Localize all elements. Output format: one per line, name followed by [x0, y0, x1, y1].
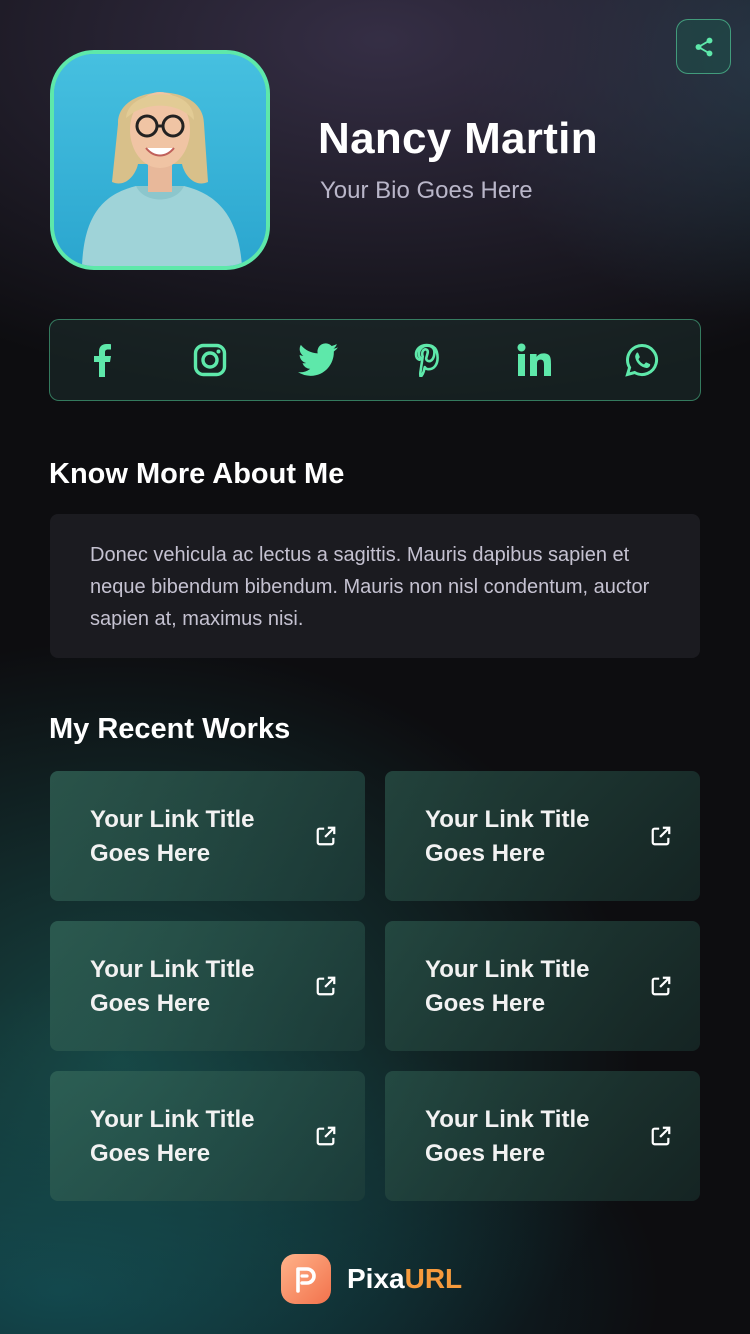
work-link-card[interactable]: Your Link Title Goes Here	[50, 771, 365, 901]
external-link-icon	[651, 1126, 671, 1146]
work-link-title: Your Link Title Goes Here	[425, 806, 590, 867]
works-heading: My Recent Works	[49, 713, 291, 745]
works-grid: Your Link Title Goes Here Your Link Titl…	[50, 771, 700, 1201]
work-link-title: Your Link Title Goes Here	[90, 956, 255, 1017]
external-link-icon	[316, 1126, 336, 1146]
facebook-icon[interactable]	[82, 340, 122, 380]
brand-accent: URL	[404, 1263, 463, 1294]
about-heading: Know More About Me	[49, 458, 345, 490]
twitter-icon[interactable]	[298, 340, 338, 380]
share-icon	[695, 37, 712, 56]
profile-bio: Your Bio Goes Here	[320, 177, 533, 204]
instagram-icon[interactable]	[190, 340, 230, 380]
external-link-icon	[651, 976, 671, 996]
work-link-card[interactable]: Your Link Title Goes Here	[385, 771, 700, 901]
external-link-icon	[651, 826, 671, 846]
about-text: Donec vehicula ac lectus a sagittis. Mau…	[90, 544, 650, 630]
footer-brand-name: PixaURL	[347, 1263, 462, 1295]
work-link-card[interactable]: Your Link Title Goes Here	[385, 1071, 700, 1201]
work-link-card[interactable]: Your Link Title Goes Here	[385, 921, 700, 1051]
work-link-title: Your Link Title Goes Here	[90, 806, 255, 867]
work-link-title: Your Link Title Goes Here	[425, 956, 590, 1017]
work-link-card[interactable]: Your Link Title Goes Here	[50, 1071, 365, 1201]
about-card: Donec vehicula ac lectus a sagittis. Mau…	[50, 514, 700, 658]
share-button[interactable]	[676, 19, 731, 74]
footer-brand[interactable]: PixaURL	[281, 1254, 462, 1304]
brand-primary: Pixa	[347, 1263, 405, 1294]
work-link-title: Your Link Title Goes Here	[425, 1106, 590, 1167]
work-link-card[interactable]: Your Link Title Goes Here	[50, 921, 365, 1051]
avatar	[50, 50, 270, 270]
external-link-icon	[316, 976, 336, 996]
linkedin-icon[interactable]	[514, 340, 554, 380]
profile-name: Nancy Martin	[318, 114, 598, 163]
pixaurl-logo-icon	[281, 1254, 331, 1304]
social-links-bar	[49, 319, 701, 401]
pinterest-icon[interactable]	[406, 340, 446, 380]
work-link-title: Your Link Title Goes Here	[90, 1106, 255, 1167]
external-link-icon	[316, 826, 336, 846]
whatsapp-icon[interactable]	[622, 340, 662, 380]
